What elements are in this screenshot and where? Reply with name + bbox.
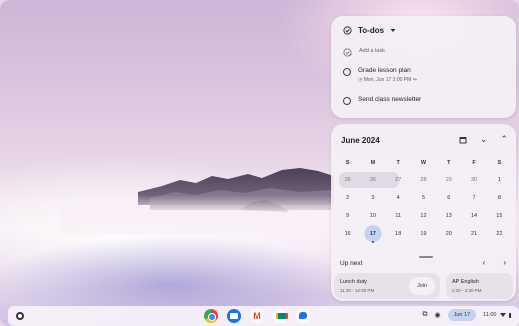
- task-item[interactable]: Grade lesson plan ◷ Mon, Jun 17 2:00 PM …: [343, 67, 417, 83]
- chevron-left-icon[interactable]: ‹: [483, 258, 486, 267]
- meet-icon[interactable]: [273, 309, 288, 323]
- event-dot: [371, 241, 374, 243]
- calendar-day[interactable]: 16: [335, 230, 360, 238]
- launcher-icon[interactable]: [16, 312, 24, 320]
- calendar-day[interactable]: 13: [436, 212, 461, 220]
- task-checkbox[interactable]: [343, 97, 351, 105]
- add-task-icon: [343, 48, 352, 57]
- weekday-label: W: [420, 160, 427, 166]
- calendar-day[interactable]: 26: [360, 176, 385, 184]
- weekday-label: S: [345, 160, 350, 166]
- up-next-label: Up next: [340, 260, 363, 267]
- event-time: 2:30 - 4:30 PM: [452, 288, 482, 293]
- calendar-day[interactable]: 30: [461, 176, 486, 184]
- task-item[interactable]: Send class newsletter: [343, 96, 421, 105]
- task-due-text: Mon, Jun 17 2:00 PM: [363, 77, 412, 83]
- gmail-icon[interactable]: [250, 309, 264, 323]
- calendar-day[interactable]: 20: [436, 230, 461, 238]
- calendar-day[interactable]: 27: [386, 176, 411, 184]
- calendar-day[interactable]: 18: [386, 230, 411, 238]
- check-circle-icon: [343, 26, 352, 35]
- task-label: Grade lesson plan: [358, 67, 411, 74]
- calendar-day[interactable]: 15: [487, 212, 512, 220]
- task-checkbox[interactable]: [343, 68, 351, 76]
- calendar-month-label: June 2024: [341, 136, 380, 145]
- wifi-icon: [499, 313, 506, 317]
- weekday-header: S M T W T F S: [335, 160, 512, 166]
- pinned-apps: [204, 309, 310, 323]
- chevron-down-icon[interactable]: ⌄: [480, 134, 488, 145]
- calendar-day[interactable]: 21: [461, 230, 486, 238]
- calendar-day[interactable]: 2: [335, 194, 360, 202]
- chrome-icon[interactable]: [204, 309, 218, 323]
- calendar-day[interactable]: 19: [411, 230, 436, 238]
- chevron-up-icon[interactable]: ⌃: [500, 134, 508, 145]
- files-icon[interactable]: [227, 309, 241, 323]
- calendar-day[interactable]: 1: [487, 176, 512, 184]
- weekday-label: M: [370, 160, 376, 166]
- clock-time: 11:00: [483, 312, 497, 318]
- clipboard-icon[interactable]: ⧉: [423, 311, 428, 319]
- todo-header[interactable]: To-dos: [343, 26, 396, 35]
- calendar-day[interactable]: 14: [461, 212, 486, 220]
- join-button[interactable]: Join: [409, 277, 435, 295]
- calendar-day-today[interactable]: 17: [360, 230, 385, 243]
- record-icon[interactable]: ◉: [435, 311, 441, 319]
- calendar-day[interactable]: 9: [335, 212, 360, 220]
- event-time: 11:30 - 12:30 PM: [340, 288, 375, 293]
- event-card[interactable]: Lunch duty 11:30 - 12:30 PM Join: [334, 273, 440, 299]
- quick-settings-button[interactable]: 11:00: [483, 312, 511, 318]
- weekday-label: T: [447, 160, 451, 166]
- calendar-day[interactable]: 8: [487, 194, 512, 202]
- date-button[interactable]: Jun 17: [447, 309, 477, 321]
- calendar-day[interactable]: 28: [411, 176, 436, 184]
- task-due: ◷ Mon, Jun 17 2:00 PM ↬: [358, 77, 417, 83]
- todo-panel: To-dos Add a task Grade lesson plan ◷ Mo…: [331, 16, 516, 118]
- battery-icon: [508, 312, 511, 318]
- chat-icon[interactable]: [296, 309, 310, 323]
- calendar-day[interactable]: 12: [411, 212, 436, 220]
- calendar-day[interactable]: 4: [386, 194, 411, 202]
- todo-title: To-dos: [358, 26, 385, 35]
- clock-icon: ◷: [358, 77, 363, 83]
- event-card[interactable]: AP English 2:30 - 4:30 PM: [446, 273, 513, 299]
- add-task-row[interactable]: Add a task: [343, 48, 385, 57]
- calendar-day[interactable]: 10: [360, 212, 385, 220]
- event-title: Lunch duty: [340, 279, 367, 285]
- weekday-label: S: [497, 160, 502, 166]
- calendar-day[interactable]: 22: [487, 230, 512, 238]
- calendar-grid: 26 26 27 28 29 30 1 2 3 4 5 6 7 8 9 10 1…: [335, 176, 512, 243]
- calendar-day[interactable]: 26: [335, 176, 360, 184]
- today-label: 17: [369, 231, 376, 237]
- weekday-label: F: [472, 160, 476, 166]
- dropdown-arrow-icon: [390, 29, 396, 32]
- status-tray: ⧉ ◉ Jun 17 11:00: [423, 309, 511, 321]
- repeat-icon: ↬: [412, 77, 417, 83]
- calendar-day[interactable]: 7: [461, 194, 486, 202]
- calendar-panel: June 2024 ⌄ ⌃ S M T W T F S 26 26 27 28 …: [331, 124, 516, 301]
- calendar-day[interactable]: 5: [411, 194, 436, 202]
- chevron-right-icon[interactable]: ›: [503, 258, 506, 267]
- calendar-day[interactable]: 29: [436, 176, 461, 184]
- calendar-day[interactable]: 11: [386, 212, 411, 220]
- calendar-day[interactable]: 6: [436, 194, 461, 202]
- calendar-icon[interactable]: [459, 136, 467, 144]
- shelf: ⧉ ◉ Jun 17 11:00: [8, 306, 519, 326]
- drag-handle[interactable]: [419, 256, 433, 258]
- calendar-day[interactable]: 3: [360, 194, 385, 202]
- add-task-input[interactable]: Add a task: [359, 48, 385, 54]
- task-label: Send class newsletter: [358, 96, 422, 103]
- event-title: AP English: [452, 279, 479, 285]
- weekday-label: T: [396, 160, 400, 166]
